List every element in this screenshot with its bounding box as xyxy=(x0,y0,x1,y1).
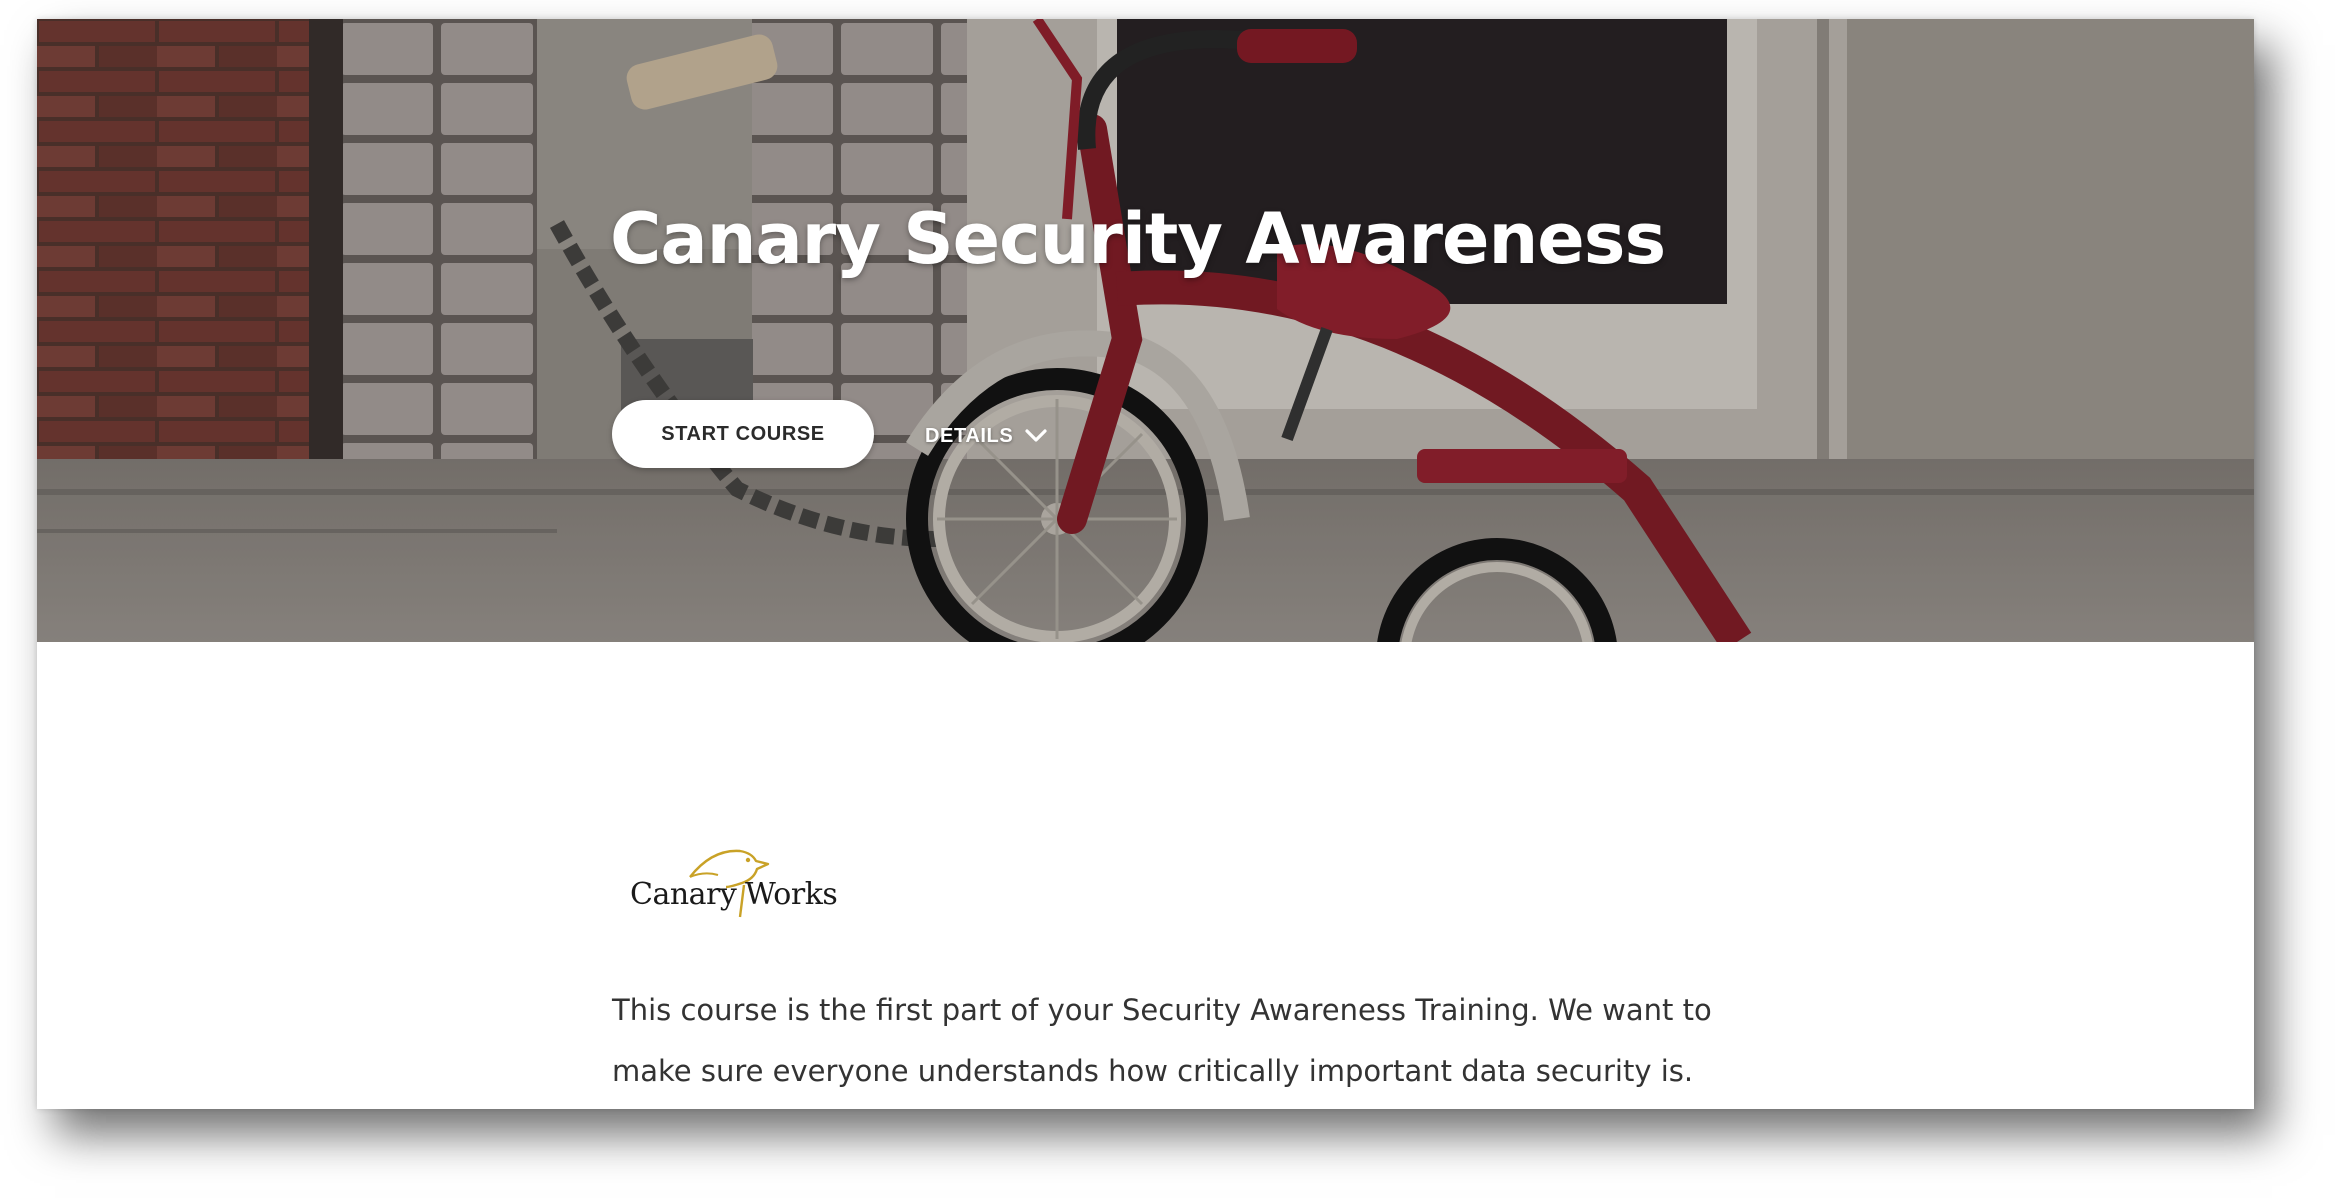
hero-background-image xyxy=(37,19,2254,642)
course-window: Canary Security Awareness START COURSE D… xyxy=(37,19,2254,1109)
start-course-button[interactable]: START COURSE xyxy=(612,400,874,468)
logo-word-right: Works xyxy=(745,877,838,912)
details-label: DETAILS xyxy=(925,424,1014,447)
course-description: This course is the first part of your Se… xyxy=(612,993,1712,1088)
details-toggle[interactable]: DETAILS xyxy=(925,418,1047,454)
canary-works-logo: Canary Works xyxy=(630,831,850,923)
course-hero: Canary Security Awareness START COURSE D… xyxy=(37,19,2254,642)
course-title: Canary Security Awareness xyxy=(610,198,1666,280)
chevron-down-icon xyxy=(1025,429,1047,442)
